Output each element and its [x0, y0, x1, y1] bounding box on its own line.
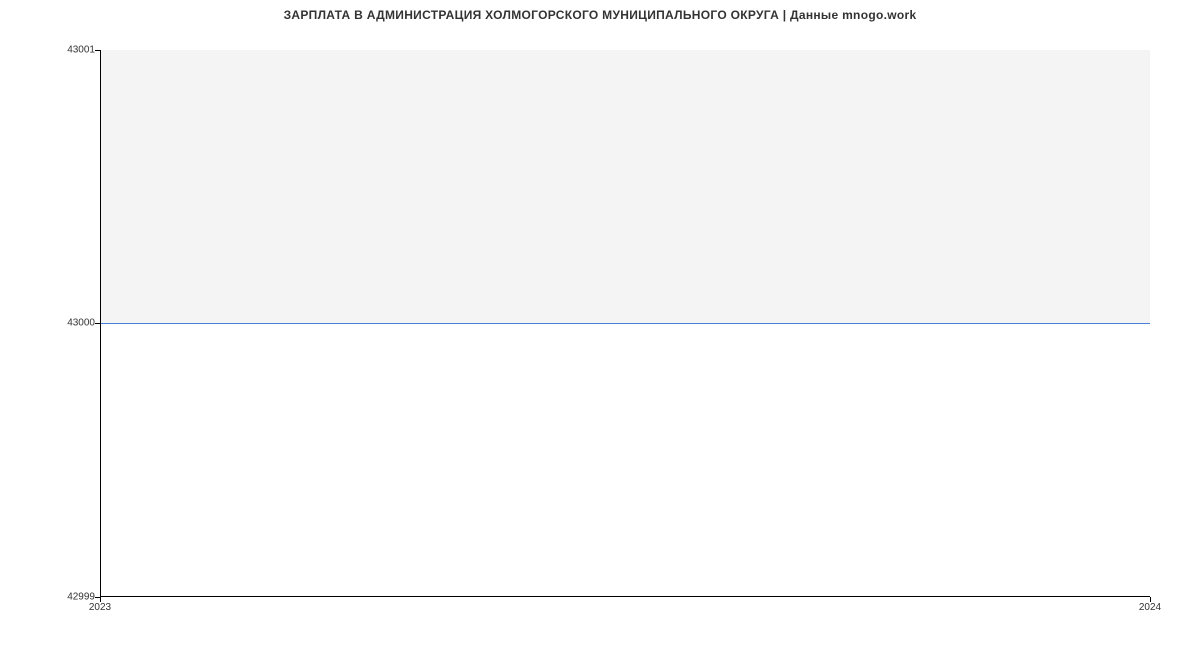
y-tick-label: 43001: [67, 45, 95, 56]
plot-area: [100, 50, 1150, 597]
grid-band-upper: [101, 50, 1150, 323]
x-tick-label: 2024: [1139, 602, 1161, 613]
x-tick-mark: [100, 597, 101, 602]
y-tick-mark: [95, 50, 100, 51]
chart-container: ЗАРПЛАТА В АДМИНИСТРАЦИЯ ХОЛМОГОРСКОГО М…: [0, 0, 1200, 650]
y-tick-label: 42999: [67, 592, 95, 603]
y-tick-mark: [95, 323, 100, 324]
grid-band-lower: [101, 323, 1150, 596]
y-tick-label: 43000: [67, 318, 95, 329]
x-tick-mark: [1150, 597, 1151, 602]
x-tick-label: 2023: [89, 602, 111, 613]
chart-title: ЗАРПЛАТА В АДМИНИСТРАЦИЯ ХОЛМОГОРСКОГО М…: [0, 8, 1200, 22]
data-line: [101, 323, 1150, 324]
